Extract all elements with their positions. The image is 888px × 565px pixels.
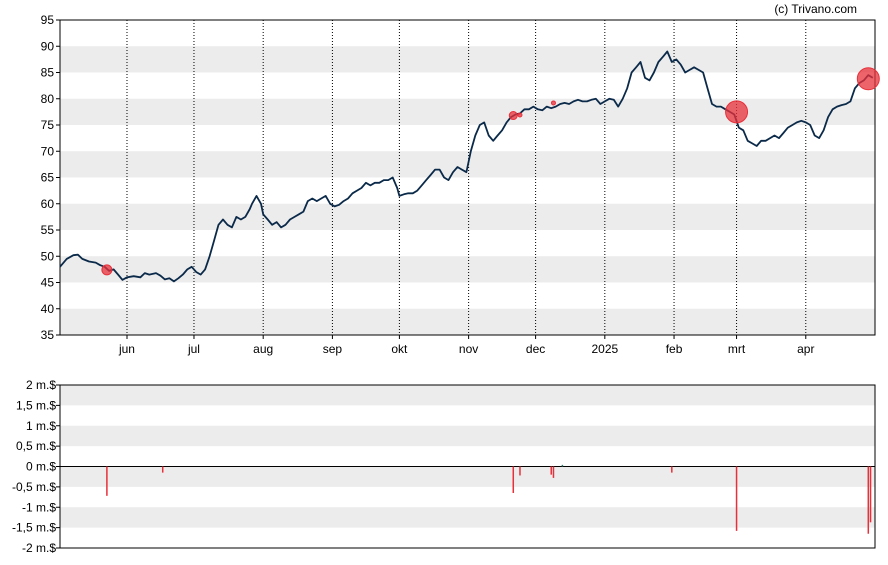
trade-marker — [508, 111, 518, 121]
grid-band — [60, 425, 875, 447]
insider-bar — [735, 466, 738, 531]
trade-marker — [517, 112, 523, 118]
stock-chart: (c) Trivano.com jun jul aug sep okt nov dec 202… — [12, 2, 880, 555]
grid-band — [60, 466, 875, 487]
y-tick-label: -1 m.$ — [22, 500, 56, 514]
y-tick-label: 35 — [41, 328, 55, 342]
grid-band — [60, 256, 875, 283]
y-tick-label: 80 — [41, 92, 55, 106]
insider-bar — [519, 466, 521, 476]
grid-band — [60, 203, 875, 230]
x-tick-label: nov — [459, 342, 478, 356]
x-tick-label: 2025 — [591, 342, 618, 356]
insider-bar — [671, 466, 673, 473]
x-tick-label: jun — [118, 342, 135, 356]
x-tick-label: sep — [323, 342, 343, 356]
x-tick-label: feb — [666, 342, 683, 356]
trade-marker — [725, 100, 749, 124]
x-tick-label: dec — [526, 342, 545, 356]
y-tick-label: 50 — [41, 249, 55, 263]
x-tick-label: apr — [797, 342, 814, 356]
y-tick-label: 85 — [41, 66, 55, 80]
x-tick-label: mrt — [728, 342, 746, 356]
y-tick-label: 40 — [41, 302, 55, 316]
insider-bar — [869, 466, 872, 523]
copyright-text: (c) Trivano.com — [774, 2, 857, 16]
insider-bar — [561, 464, 564, 467]
grid-band — [60, 308, 875, 335]
grid-band — [60, 385, 875, 406]
insider-bar — [161, 466, 164, 473]
y-tick-label: 1 m.$ — [26, 419, 56, 433]
y-tick-label: 60 — [41, 197, 55, 211]
y-tick-label: 70 — [41, 144, 55, 158]
x-tick-label: aug — [253, 342, 273, 356]
grid-band — [60, 98, 875, 125]
y-tick-label: 75 — [41, 118, 55, 132]
y-tick-label: 65 — [41, 171, 55, 185]
insider-bar — [550, 466, 552, 475]
y-tick-label: 95 — [41, 13, 55, 27]
y-tick-label: 45 — [41, 276, 55, 290]
y-tick-label: -1,5 m.$ — [12, 521, 56, 535]
insider-bar — [106, 466, 108, 496]
y-tick-label: 1,5 m.$ — [16, 398, 56, 412]
x-tick-label: okt — [391, 342, 408, 356]
y-tick-label: 2 m.$ — [26, 378, 56, 392]
y-tick-label: 0,5 m.$ — [16, 439, 56, 453]
trade-marker — [856, 67, 880, 91]
insider-bar — [552, 466, 555, 478]
insider-bar — [512, 466, 515, 493]
y-tick-label: 90 — [41, 39, 55, 53]
y-tick-label: 55 — [41, 223, 55, 237]
y-tick-label: 0 m.$ — [26, 460, 56, 474]
trade-marker — [101, 264, 113, 276]
price-chart-panel: jun jul aug sep okt nov dec 2025 feb mrt apr 35 40 45… — [41, 13, 880, 356]
grid-band — [60, 507, 875, 528]
y-tick-label: -0,5 m.$ — [12, 480, 56, 494]
insider-bar-panel: 2 m.$ 1,5 m.$ 1 m.$ 0,5 m.$ 0 m.$ -0,5 m.$ -1 … — [12, 378, 876, 555]
trade-marker — [550, 100, 556, 106]
grid-band — [60, 46, 875, 73]
insider-bar — [867, 466, 870, 534]
y-tick-label: -2 m.$ — [22, 541, 56, 555]
x-tick-label: jul — [187, 342, 200, 356]
